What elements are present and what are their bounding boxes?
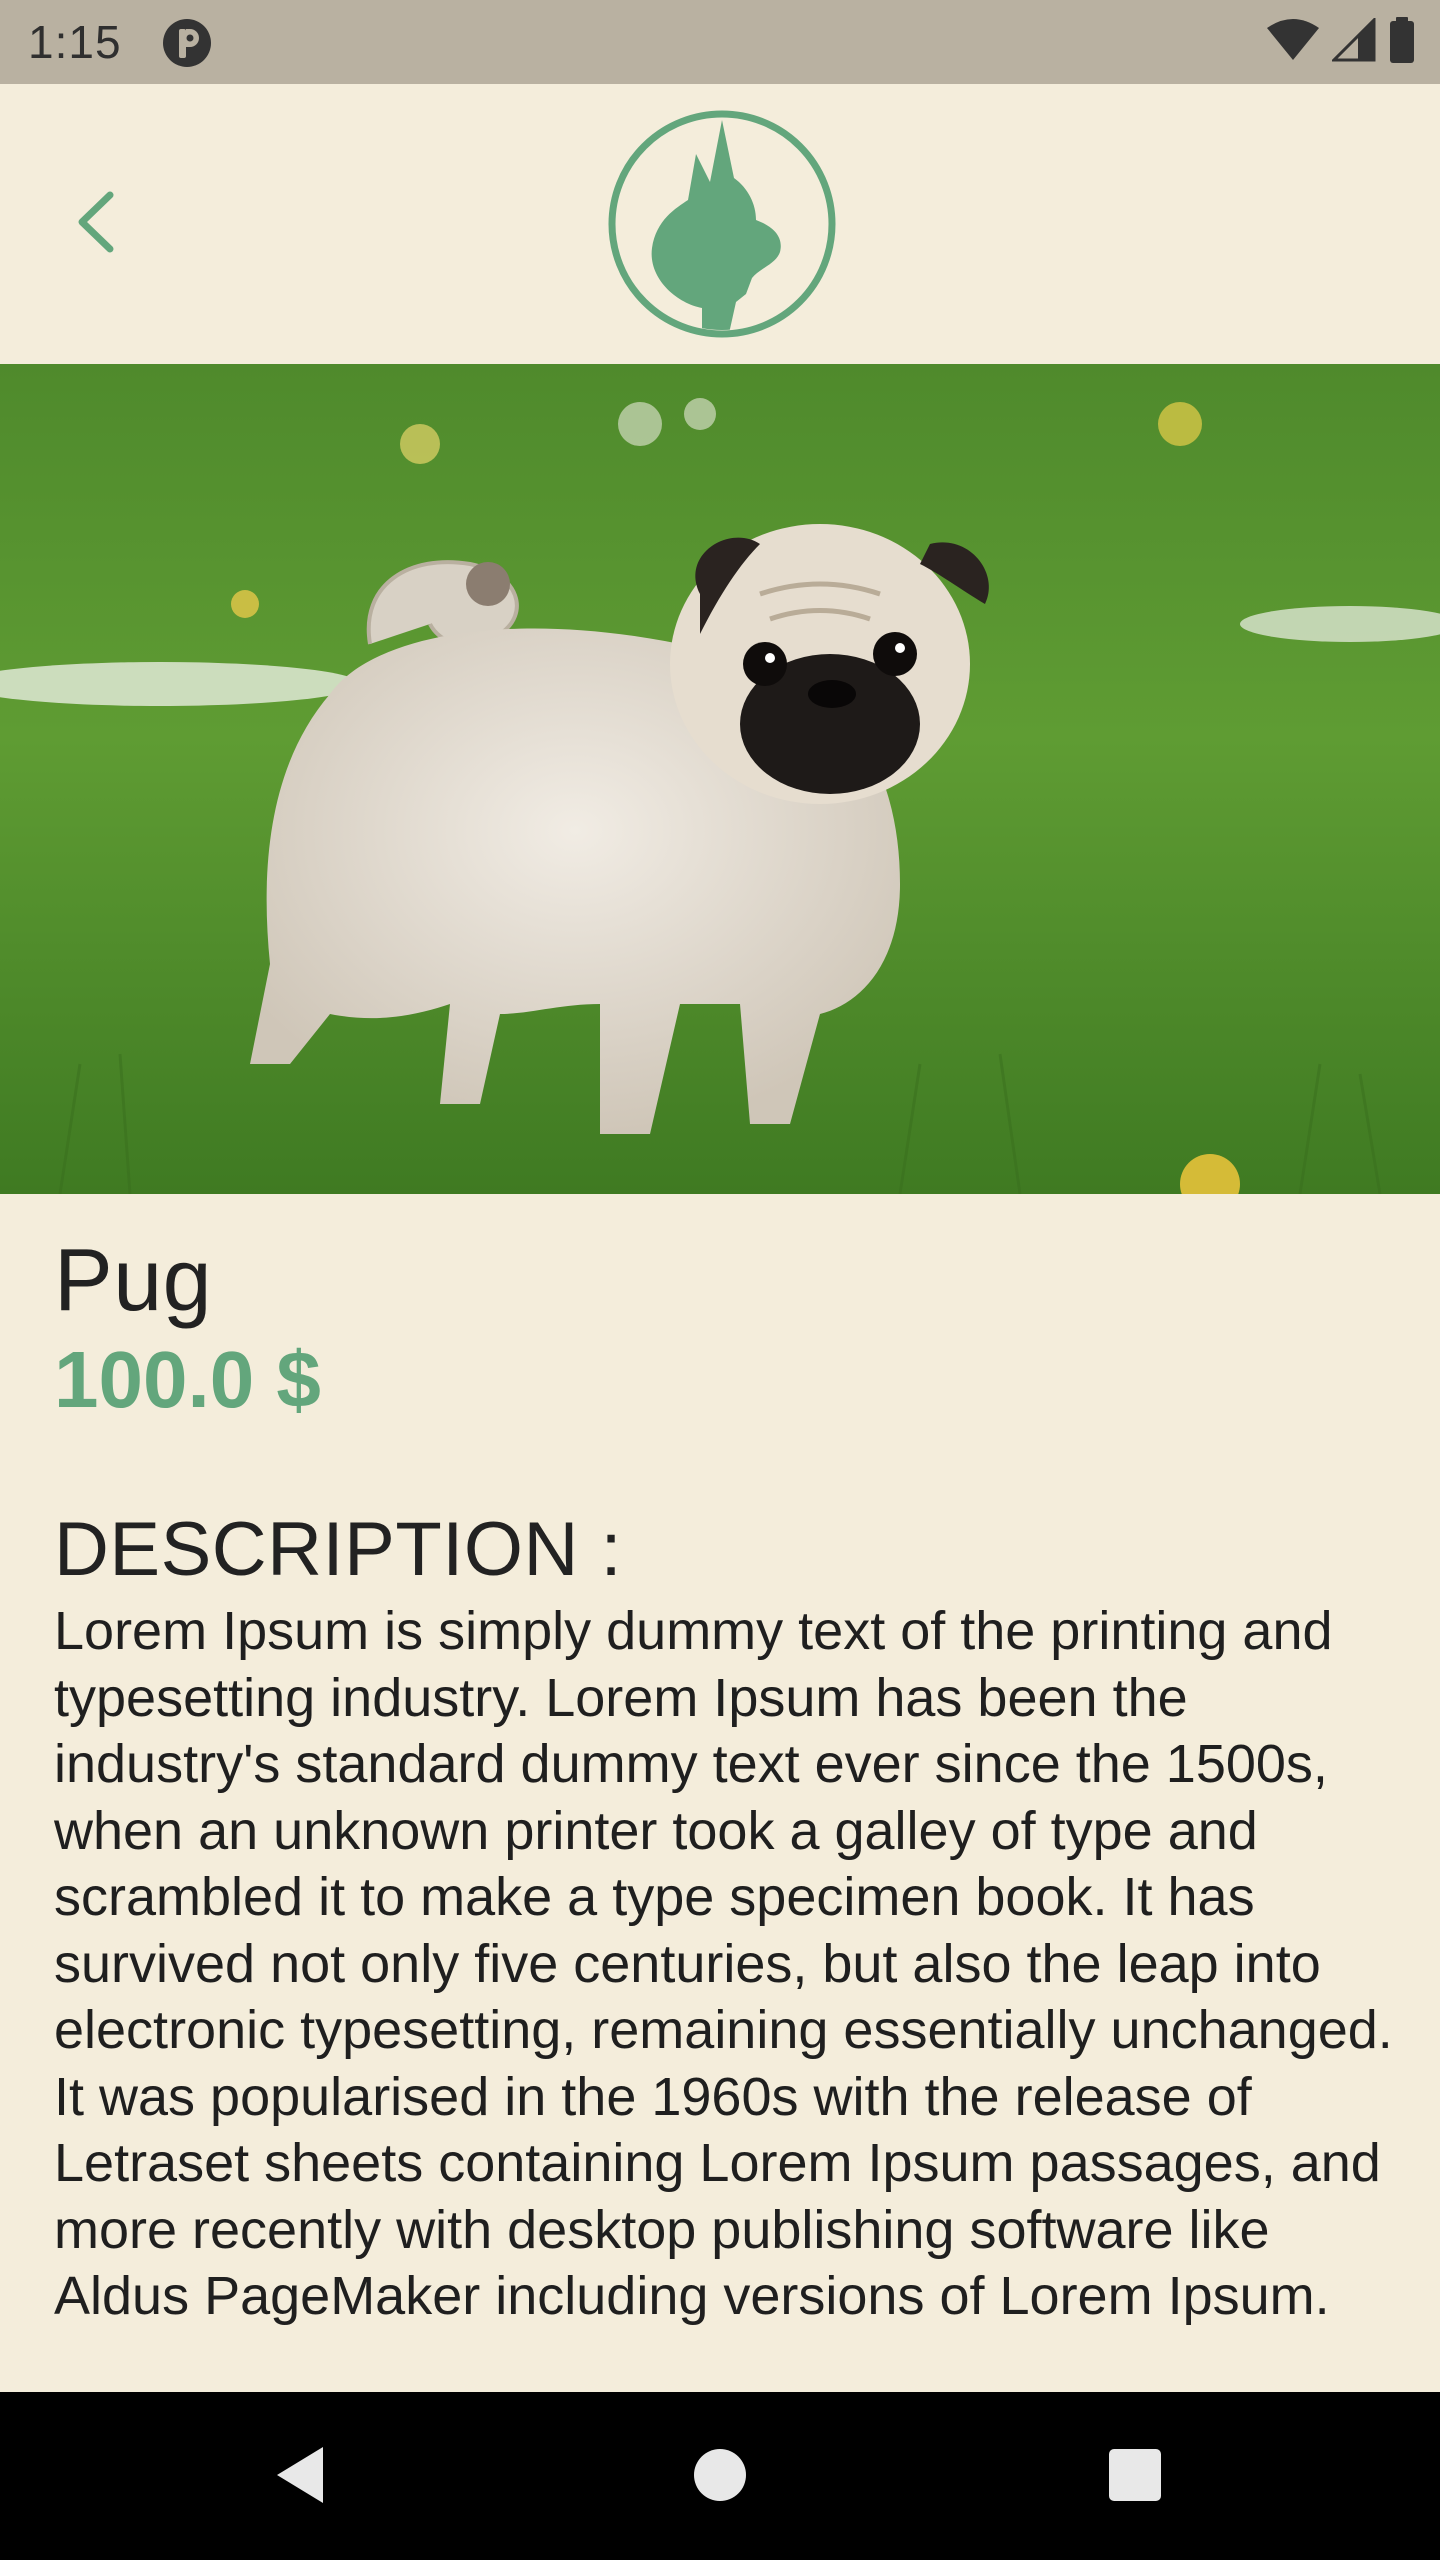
battery-icon: [1388, 16, 1416, 69]
recents-square-icon: [1107, 2447, 1163, 2508]
app-notification-icon: [162, 18, 212, 68]
status-bar: 1:15: [0, 0, 1440, 84]
nav-recents-button[interactable]: [1090, 2432, 1180, 2522]
status-time: 1:15: [28, 16, 122, 68]
cat-head-logo-icon: [606, 108, 838, 340]
product-name: Pug: [54, 1230, 213, 1329]
wifi-icon: [1266, 18, 1320, 67]
home-circle-icon: [692, 2447, 748, 2508]
screen: 1:15 Pug 100.0 $ DESCRIPTION: Lorem Ips…: [0, 0, 1440, 2560]
app-bar: [0, 84, 1440, 364]
nav-home-button[interactable]: [675, 2432, 765, 2522]
cell-signal-icon: [1330, 15, 1376, 67]
system-nav-bar: [0, 2392, 1440, 2560]
pug-photo: [0, 364, 1440, 1194]
product-details: Pug 100.0 $ DESCRIPTION : Lorem Ipsum is…: [54, 1230, 1404, 2330]
product-price: 100.0 $: [54, 1335, 321, 1424]
chevron-left-icon: [72, 187, 118, 262]
back-triangle-icon: [271, 2443, 331, 2512]
description-heading: DESCRIPTION :: [54, 1507, 623, 1592]
nav-back-button[interactable]: [256, 2432, 346, 2522]
description-text: Lorem Ipsum is simply dummy text of the …: [54, 1601, 1393, 2326]
status-icons: [1266, 15, 1416, 69]
back-button[interactable]: [60, 184, 130, 264]
